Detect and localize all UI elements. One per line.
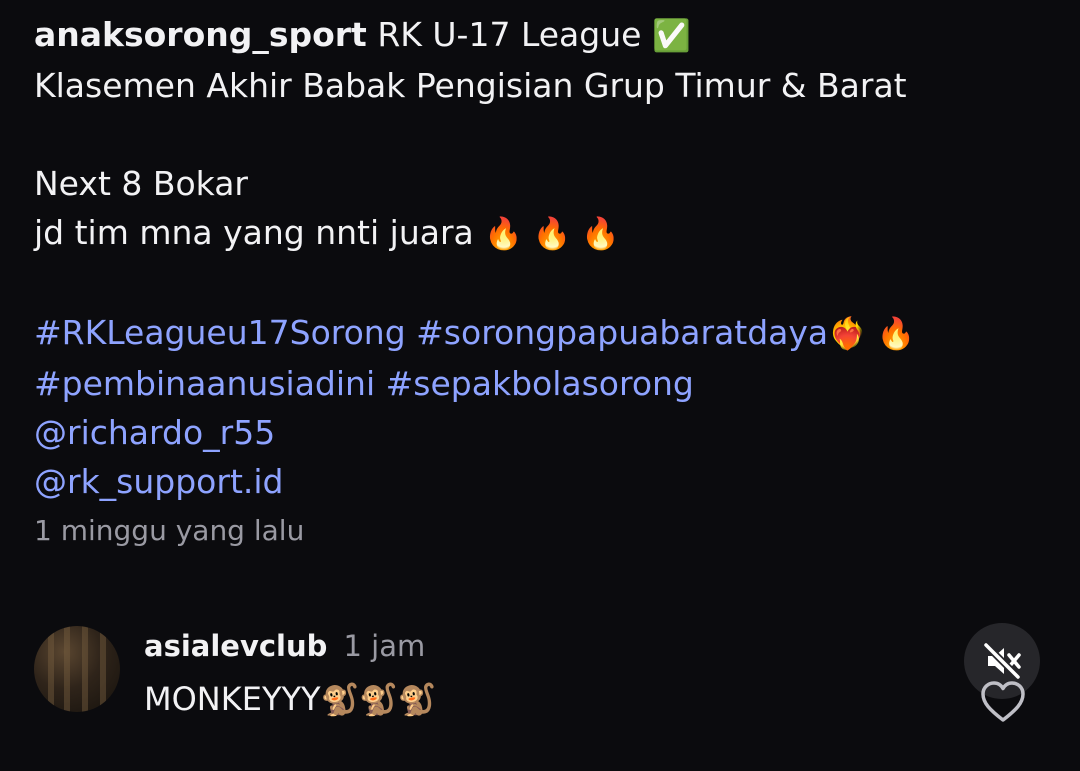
post-username[interactable]: anaksorong_sport [34,15,367,54]
post-caption: anaksorong_sport RK U-17 League ✅ Klasem… [34,10,1044,506]
heart-outline-icon [981,681,1025,722]
caption-line-3: Next 8 Bokar [34,164,249,203]
mention-link[interactable]: @richardo_r55 [34,408,1044,457]
fire-emoji-icon: 🔥 🔥 🔥 [484,216,620,252]
hashtag-line-2: #pembinaanusiadini #sepakbolasorong [34,359,1044,408]
avatar-detail [64,626,70,712]
avatar-detail [82,626,88,712]
comment-item: asialevclub 1 jam MONKEYYY🐒🐒🐒 [34,626,1044,726]
monkey-emoji-icon: 🐒🐒🐒 [320,682,437,718]
speaker-muted-icon [982,641,1022,681]
caption-title-line: anaksorong_sport RK U-17 League ✅ [34,10,1044,61]
mention-link[interactable]: @rk_support.id [34,457,1044,506]
avatar-detail [48,626,54,712]
hashtag-link[interactable]: #sorongpapuabaratdaya [416,313,828,352]
post-timestamp: 1 minggu yang lalu [34,514,305,547]
comment-text: MONKEYYY🐒🐒🐒 [144,676,436,723]
caption-line-4-text: jd tim mna yang nnti juara [34,213,474,252]
comment-time: 1 jam [343,629,426,663]
comment-body: MONKEYYY [144,680,321,718]
comment-username[interactable]: asialevclub [144,629,327,663]
hashtag-link[interactable]: #RKLeagueu17Sorong [34,313,406,352]
hashtag-link[interactable]: #pembinaanusiadini [34,364,375,403]
hashtag-link[interactable]: #sepakbolasorong [386,364,694,403]
avatar[interactable] [34,626,120,712]
caption-line-2: Klasemen Akhir Babak Pengisian Grup Timu… [34,66,907,105]
comment-header: asialevclub 1 jam [144,626,425,666]
hashtag-line-1: #RKLeagueu17Sorong #sorongpapuabaratdaya… [34,308,1044,359]
like-comment-button[interactable] [980,680,1026,724]
caption-title: RK U-17 League [377,15,642,54]
check-mark-icon: ✅ [651,18,691,54]
caption-line-4: jd tim mna yang nnti juara 🔥 🔥 🔥 [34,208,1044,259]
avatar-detail [100,626,106,712]
heart-on-fire-emoji-icon: ❤️‍🔥 🔥 [828,316,916,352]
